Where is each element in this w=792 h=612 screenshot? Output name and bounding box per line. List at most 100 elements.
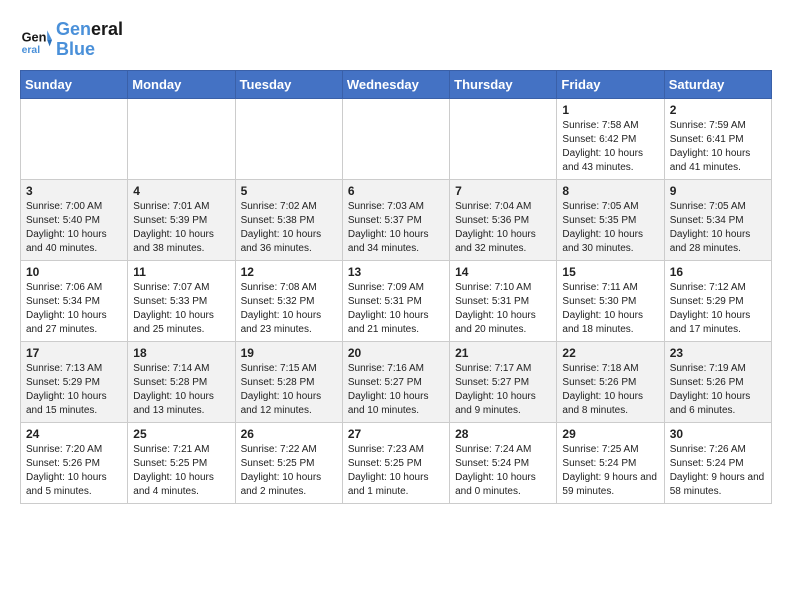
calendar-table: SundayMondayTuesdayWednesdayThursdayFrid… bbox=[20, 70, 772, 504]
calendar-cell bbox=[342, 98, 449, 179]
day-number: 24 bbox=[26, 427, 122, 441]
day-number: 7 bbox=[455, 184, 551, 198]
weekday-header-friday: Friday bbox=[557, 70, 664, 98]
logo: Gen eral General Blue bbox=[20, 20, 123, 60]
calendar-cell: 24 Sunrise: 7:20 AM Sunset: 5:26 PM Dayli… bbox=[21, 422, 128, 503]
svg-text:Gen: Gen bbox=[22, 29, 47, 44]
weekday-header-saturday: Saturday bbox=[664, 70, 771, 98]
calendar-week-row: 24 Sunrise: 7:20 AM Sunset: 5:26 PM Dayli… bbox=[21, 422, 772, 503]
calendar-cell bbox=[450, 98, 557, 179]
weekday-header-monday: Monday bbox=[128, 70, 235, 98]
day-number: 8 bbox=[562, 184, 658, 198]
logo-text-blue: Blue bbox=[56, 40, 123, 60]
day-number: 20 bbox=[348, 346, 444, 360]
calendar-cell: 29 Sunrise: 7:25 AM Sunset: 5:24 PM Dayli… bbox=[557, 422, 664, 503]
day-info: Sunrise: 7:06 AM Sunset: 5:34 PM Dayligh… bbox=[26, 281, 122, 337]
calendar-cell: 28Sunrise: 7:24 AM Sunset: 5:24 PM Dayli… bbox=[450, 422, 557, 503]
calendar-cell bbox=[21, 98, 128, 179]
day-info: Sunrise: 7:03 AM Sunset: 5:37 PM Dayligh… bbox=[348, 200, 444, 256]
calendar-week-row: 17Sunrise: 7:13 AM Sunset: 5:29 PM Dayli… bbox=[21, 341, 772, 422]
day-number: 9 bbox=[670, 184, 766, 198]
logo-icon: Gen eral bbox=[20, 24, 52, 56]
calendar-cell: 26 Sunrise: 7:22 AM Sunset: 5:25 PM Dayli… bbox=[235, 422, 342, 503]
day-info: Sunrise: 7:08 AM Sunset: 5:32 PM Dayligh… bbox=[241, 281, 337, 337]
weekday-header-thursday: Thursday bbox=[450, 70, 557, 98]
day-info: Sunrise: 7:20 AM Sunset: 5:26 PM Dayligh… bbox=[26, 443, 122, 499]
day-number: 18 bbox=[133, 346, 229, 360]
calendar-cell: 30 Sunrise: 7:26 AM Sunset: 5:24 PM Dayli… bbox=[664, 422, 771, 503]
day-info: Sunrise: 7:22 AM Sunset: 5:25 PM Dayligh… bbox=[241, 443, 337, 499]
weekday-header-tuesday: Tuesday bbox=[235, 70, 342, 98]
day-info: Sunrise: 7:15 AM Sunset: 5:28 PM Dayligh… bbox=[241, 362, 337, 418]
day-info: Sunrise: 7:02 AM Sunset: 5:38 PM Dayligh… bbox=[241, 200, 337, 256]
day-info: Sunrise: 7:04 AM Sunset: 5:36 PM Dayligh… bbox=[455, 200, 551, 256]
day-number: 1 bbox=[562, 103, 658, 117]
calendar-cell: 7 Sunrise: 7:04 AM Sunset: 5:36 PM Daylig… bbox=[450, 179, 557, 260]
day-number: 27 bbox=[348, 427, 444, 441]
day-info: Sunrise: 7:19 AM Sunset: 5:26 PM Dayligh… bbox=[670, 362, 766, 418]
calendar-week-row: 10Sunrise: 7:06 AM Sunset: 5:34 PM Dayli… bbox=[21, 260, 772, 341]
calendar-cell: 11Sunrise: 7:07 AM Sunset: 5:33 PM Dayli… bbox=[128, 260, 235, 341]
day-info: Sunrise: 7:14 AM Sunset: 5:28 PM Dayligh… bbox=[133, 362, 229, 418]
day-number: 3 bbox=[26, 184, 122, 198]
day-info: Sunrise: 7:58 AM Sunset: 6:42 PM Dayligh… bbox=[562, 119, 658, 175]
day-info: Sunrise: 7:26 AM Sunset: 5:24 PM Dayligh… bbox=[670, 443, 766, 499]
day-number: 13 bbox=[348, 265, 444, 279]
calendar-cell: 2Sunrise: 7:59 AM Sunset: 6:41 PM Daylig… bbox=[664, 98, 771, 179]
calendar-cell: 5Sunrise: 7:02 AM Sunset: 5:38 PM Daylig… bbox=[235, 179, 342, 260]
calendar-cell: 16 Sunrise: 7:12 AM Sunset: 5:29 PM Dayli… bbox=[664, 260, 771, 341]
calendar-cell: 8Sunrise: 7:05 AM Sunset: 5:35 PM Daylig… bbox=[557, 179, 664, 260]
svg-text:eral: eral bbox=[22, 45, 41, 56]
day-info: Sunrise: 7:09 AM Sunset: 5:31 PM Dayligh… bbox=[348, 281, 444, 337]
weekday-header-sunday: Sunday bbox=[21, 70, 128, 98]
day-info: Sunrise: 7:17 AM Sunset: 5:27 PM Dayligh… bbox=[455, 362, 551, 418]
calendar-cell: 10Sunrise: 7:06 AM Sunset: 5:34 PM Dayli… bbox=[21, 260, 128, 341]
day-info: Sunrise: 7:11 AM Sunset: 5:30 PM Dayligh… bbox=[562, 281, 658, 337]
day-number: 26 bbox=[241, 427, 337, 441]
day-number: 4 bbox=[133, 184, 229, 198]
calendar-cell: 27Sunrise: 7:23 AM Sunset: 5:25 PM Dayli… bbox=[342, 422, 449, 503]
calendar-cell: 6Sunrise: 7:03 AM Sunset: 5:37 PM Daylig… bbox=[342, 179, 449, 260]
calendar-cell: 22 Sunrise: 7:18 AM Sunset: 5:26 PM Dayli… bbox=[557, 341, 664, 422]
calendar-cell: 1 Sunrise: 7:58 AM Sunset: 6:42 PM Daylig… bbox=[557, 98, 664, 179]
day-info: Sunrise: 7:18 AM Sunset: 5:26 PM Dayligh… bbox=[562, 362, 658, 418]
day-info: Sunrise: 7:25 AM Sunset: 5:24 PM Dayligh… bbox=[562, 443, 658, 499]
weekday-header-wednesday: Wednesday bbox=[342, 70, 449, 98]
calendar-week-row: 3Sunrise: 7:00 AM Sunset: 5:40 PM Daylig… bbox=[21, 179, 772, 260]
calendar-cell: 18 Sunrise: 7:14 AM Sunset: 5:28 PM Dayli… bbox=[128, 341, 235, 422]
calendar-cell: 14 Sunrise: 7:10 AM Sunset: 5:31 PM Dayli… bbox=[450, 260, 557, 341]
day-info: Sunrise: 7:16 AM Sunset: 5:27 PM Dayligh… bbox=[348, 362, 444, 418]
day-info: Sunrise: 7:13 AM Sunset: 5:29 PM Dayligh… bbox=[26, 362, 122, 418]
calendar-cell: 23 Sunrise: 7:19 AM Sunset: 5:26 PM Dayli… bbox=[664, 341, 771, 422]
day-number: 25 bbox=[133, 427, 229, 441]
day-number: 30 bbox=[670, 427, 766, 441]
calendar-cell: 20 Sunrise: 7:16 AM Sunset: 5:27 PM Dayli… bbox=[342, 341, 449, 422]
calendar-header-row: SundayMondayTuesdayWednesdayThursdayFrid… bbox=[21, 70, 772, 98]
day-number: 23 bbox=[670, 346, 766, 360]
calendar-cell: 13 Sunrise: 7:09 AM Sunset: 5:31 PM Dayli… bbox=[342, 260, 449, 341]
calendar-cell: 4 Sunrise: 7:01 AM Sunset: 5:39 PM Daylig… bbox=[128, 179, 235, 260]
page-header: Gen eral General Blue bbox=[20, 16, 772, 60]
calendar-cell: 21Sunrise: 7:17 AM Sunset: 5:27 PM Dayli… bbox=[450, 341, 557, 422]
day-info: Sunrise: 7:12 AM Sunset: 5:29 PM Dayligh… bbox=[670, 281, 766, 337]
calendar-cell: 12 Sunrise: 7:08 AM Sunset: 5:32 PM Dayli… bbox=[235, 260, 342, 341]
calendar-cell: 3Sunrise: 7:00 AM Sunset: 5:40 PM Daylig… bbox=[21, 179, 128, 260]
calendar-cell bbox=[128, 98, 235, 179]
day-number: 12 bbox=[241, 265, 337, 279]
logo-text-general: General bbox=[56, 20, 123, 40]
day-number: 16 bbox=[670, 265, 766, 279]
day-info: Sunrise: 7:10 AM Sunset: 5:31 PM Dayligh… bbox=[455, 281, 551, 337]
calendar-cell: 9Sunrise: 7:05 AM Sunset: 5:34 PM Daylig… bbox=[664, 179, 771, 260]
day-number: 29 bbox=[562, 427, 658, 441]
day-number: 22 bbox=[562, 346, 658, 360]
day-number: 19 bbox=[241, 346, 337, 360]
day-info: Sunrise: 7:01 AM Sunset: 5:39 PM Dayligh… bbox=[133, 200, 229, 256]
calendar-cell bbox=[235, 98, 342, 179]
day-number: 14 bbox=[455, 265, 551, 279]
calendar-cell: 15 Sunrise: 7:11 AM Sunset: 5:30 PM Dayli… bbox=[557, 260, 664, 341]
day-info: Sunrise: 7:59 AM Sunset: 6:41 PM Dayligh… bbox=[670, 119, 766, 175]
day-info: Sunrise: 7:24 AM Sunset: 5:24 PM Dayligh… bbox=[455, 443, 551, 499]
day-number: 15 bbox=[562, 265, 658, 279]
calendar-cell: 19 Sunrise: 7:15 AM Sunset: 5:28 PM Dayli… bbox=[235, 341, 342, 422]
day-number: 11 bbox=[133, 265, 229, 279]
